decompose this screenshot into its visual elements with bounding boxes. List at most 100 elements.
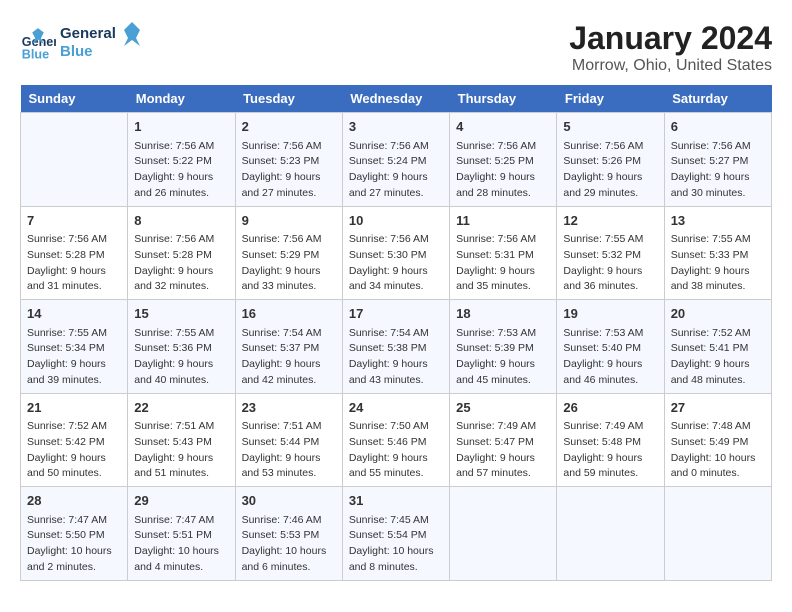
cell-content: Sunrise: 7:55 AMSunset: 5:33 PMDaylight:… bbox=[671, 232, 765, 295]
calendar-cell: 11Sunrise: 7:56 AMSunset: 5:31 PMDayligh… bbox=[450, 206, 557, 300]
day-number: 4 bbox=[456, 117, 550, 137]
day-number: 23 bbox=[242, 398, 336, 418]
cell-content: Sunrise: 7:52 AMSunset: 5:41 PMDaylight:… bbox=[671, 326, 765, 389]
day-number: 15 bbox=[134, 304, 228, 324]
calendar-cell: 3Sunrise: 7:56 AMSunset: 5:24 PMDaylight… bbox=[342, 113, 449, 207]
cell-content: Sunrise: 7:51 AMSunset: 5:43 PMDaylight:… bbox=[134, 419, 228, 482]
cell-content: Sunrise: 7:47 AMSunset: 5:50 PMDaylight:… bbox=[27, 513, 121, 576]
day-number: 12 bbox=[563, 211, 657, 231]
cell-content: Sunrise: 7:56 AMSunset: 5:28 PMDaylight:… bbox=[27, 232, 121, 295]
day-number: 29 bbox=[134, 491, 228, 511]
cell-content: Sunrise: 7:48 AMSunset: 5:49 PMDaylight:… bbox=[671, 419, 765, 482]
cell-content: Sunrise: 7:55 AMSunset: 5:32 PMDaylight:… bbox=[563, 232, 657, 295]
day-number: 25 bbox=[456, 398, 550, 418]
main-title: January 2024 bbox=[569, 20, 772, 57]
logo-icon: General Blue bbox=[20, 26, 56, 62]
cell-content: Sunrise: 7:53 AMSunset: 5:40 PMDaylight:… bbox=[563, 326, 657, 389]
calendar-cell: 20Sunrise: 7:52 AMSunset: 5:41 PMDayligh… bbox=[664, 300, 771, 394]
cell-content: Sunrise: 7:54 AMSunset: 5:37 PMDaylight:… bbox=[242, 326, 336, 389]
cell-content: Sunrise: 7:56 AMSunset: 5:28 PMDaylight:… bbox=[134, 232, 228, 295]
calendar-cell: 10Sunrise: 7:56 AMSunset: 5:30 PMDayligh… bbox=[342, 206, 449, 300]
week-row-5: 28Sunrise: 7:47 AMSunset: 5:50 PMDayligh… bbox=[21, 487, 772, 581]
day-number: 24 bbox=[349, 398, 443, 418]
day-number: 13 bbox=[671, 211, 765, 231]
cell-content: Sunrise: 7:56 AMSunset: 5:22 PMDaylight:… bbox=[134, 139, 228, 202]
calendar-cell: 2Sunrise: 7:56 AMSunset: 5:23 PMDaylight… bbox=[235, 113, 342, 207]
calendar-cell bbox=[450, 487, 557, 581]
cell-content: Sunrise: 7:56 AMSunset: 5:25 PMDaylight:… bbox=[456, 139, 550, 202]
sub-title: Morrow, Ohio, United States bbox=[569, 57, 772, 75]
header-tuesday: Tuesday bbox=[235, 85, 342, 113]
calendar-cell: 21Sunrise: 7:52 AMSunset: 5:42 PMDayligh… bbox=[21, 393, 128, 487]
calendar-cell: 19Sunrise: 7:53 AMSunset: 5:40 PMDayligh… bbox=[557, 300, 664, 394]
calendar-cell: 8Sunrise: 7:56 AMSunset: 5:28 PMDaylight… bbox=[128, 206, 235, 300]
calendar-cell bbox=[21, 113, 128, 207]
calendar-cell bbox=[664, 487, 771, 581]
cell-content: Sunrise: 7:56 AMSunset: 5:29 PMDaylight:… bbox=[242, 232, 336, 295]
week-row-4: 21Sunrise: 7:52 AMSunset: 5:42 PMDayligh… bbox=[21, 393, 772, 487]
day-number: 8 bbox=[134, 211, 228, 231]
cell-content: Sunrise: 7:56 AMSunset: 5:26 PMDaylight:… bbox=[563, 139, 657, 202]
day-number: 9 bbox=[242, 211, 336, 231]
svg-text:Blue: Blue bbox=[60, 43, 93, 60]
day-number: 11 bbox=[456, 211, 550, 231]
week-row-2: 7Sunrise: 7:56 AMSunset: 5:28 PMDaylight… bbox=[21, 206, 772, 300]
calendar-cell: 6Sunrise: 7:56 AMSunset: 5:27 PMDaylight… bbox=[664, 113, 771, 207]
header-thursday: Thursday bbox=[450, 85, 557, 113]
cell-content: Sunrise: 7:54 AMSunset: 5:38 PMDaylight:… bbox=[349, 326, 443, 389]
cell-content: Sunrise: 7:55 AMSunset: 5:34 PMDaylight:… bbox=[27, 326, 121, 389]
day-number: 16 bbox=[242, 304, 336, 324]
day-number: 7 bbox=[27, 211, 121, 231]
calendar-cell: 23Sunrise: 7:51 AMSunset: 5:44 PMDayligh… bbox=[235, 393, 342, 487]
day-number: 31 bbox=[349, 491, 443, 511]
calendar-cell bbox=[557, 487, 664, 581]
day-number: 14 bbox=[27, 304, 121, 324]
calendar-cell: 17Sunrise: 7:54 AMSunset: 5:38 PMDayligh… bbox=[342, 300, 449, 394]
day-number: 1 bbox=[134, 117, 228, 137]
page-header: General Blue General Blue January 2024 M… bbox=[20, 20, 772, 75]
cell-content: Sunrise: 7:56 AMSunset: 5:23 PMDaylight:… bbox=[242, 139, 336, 202]
day-number: 6 bbox=[671, 117, 765, 137]
day-number: 28 bbox=[27, 491, 121, 511]
header-monday: Monday bbox=[128, 85, 235, 113]
header-saturday: Saturday bbox=[664, 85, 771, 113]
svg-text:Blue: Blue bbox=[22, 47, 49, 61]
calendar-cell: 14Sunrise: 7:55 AMSunset: 5:34 PMDayligh… bbox=[21, 300, 128, 394]
calendar-cell: 13Sunrise: 7:55 AMSunset: 5:33 PMDayligh… bbox=[664, 206, 771, 300]
svg-text:General: General bbox=[60, 25, 116, 42]
header-friday: Friday bbox=[557, 85, 664, 113]
day-number: 30 bbox=[242, 491, 336, 511]
header-sunday: Sunday bbox=[21, 85, 128, 113]
calendar-cell: 1Sunrise: 7:56 AMSunset: 5:22 PMDaylight… bbox=[128, 113, 235, 207]
cell-content: Sunrise: 7:49 AMSunset: 5:47 PMDaylight:… bbox=[456, 419, 550, 482]
calendar-cell: 9Sunrise: 7:56 AMSunset: 5:29 PMDaylight… bbox=[235, 206, 342, 300]
cell-content: Sunrise: 7:45 AMSunset: 5:54 PMDaylight:… bbox=[349, 513, 443, 576]
logo-svg: General Blue bbox=[60, 20, 140, 62]
calendar-cell: 18Sunrise: 7:53 AMSunset: 5:39 PMDayligh… bbox=[450, 300, 557, 394]
cell-content: Sunrise: 7:51 AMSunset: 5:44 PMDaylight:… bbox=[242, 419, 336, 482]
calendar-cell: 5Sunrise: 7:56 AMSunset: 5:26 PMDaylight… bbox=[557, 113, 664, 207]
cell-content: Sunrise: 7:55 AMSunset: 5:36 PMDaylight:… bbox=[134, 326, 228, 389]
day-number: 10 bbox=[349, 211, 443, 231]
calendar-cell: 25Sunrise: 7:49 AMSunset: 5:47 PMDayligh… bbox=[450, 393, 557, 487]
week-row-1: 1Sunrise: 7:56 AMSunset: 5:22 PMDaylight… bbox=[21, 113, 772, 207]
calendar-header-row: SundayMondayTuesdayWednesdayThursdayFrid… bbox=[21, 85, 772, 113]
logo: General Blue General Blue bbox=[20, 20, 140, 67]
cell-content: Sunrise: 7:56 AMSunset: 5:27 PMDaylight:… bbox=[671, 139, 765, 202]
day-number: 3 bbox=[349, 117, 443, 137]
day-number: 17 bbox=[349, 304, 443, 324]
cell-content: Sunrise: 7:46 AMSunset: 5:53 PMDaylight:… bbox=[242, 513, 336, 576]
cell-content: Sunrise: 7:52 AMSunset: 5:42 PMDaylight:… bbox=[27, 419, 121, 482]
day-number: 26 bbox=[563, 398, 657, 418]
cell-content: Sunrise: 7:56 AMSunset: 5:31 PMDaylight:… bbox=[456, 232, 550, 295]
header-wednesday: Wednesday bbox=[342, 85, 449, 113]
day-number: 18 bbox=[456, 304, 550, 324]
calendar-cell: 29Sunrise: 7:47 AMSunset: 5:51 PMDayligh… bbox=[128, 487, 235, 581]
day-number: 20 bbox=[671, 304, 765, 324]
title-block: January 2024 Morrow, Ohio, United States bbox=[569, 20, 772, 75]
calendar-cell: 27Sunrise: 7:48 AMSunset: 5:49 PMDayligh… bbox=[664, 393, 771, 487]
calendar-cell: 28Sunrise: 7:47 AMSunset: 5:50 PMDayligh… bbox=[21, 487, 128, 581]
calendar-cell: 24Sunrise: 7:50 AMSunset: 5:46 PMDayligh… bbox=[342, 393, 449, 487]
calendar-cell: 26Sunrise: 7:49 AMSunset: 5:48 PMDayligh… bbox=[557, 393, 664, 487]
day-number: 27 bbox=[671, 398, 765, 418]
